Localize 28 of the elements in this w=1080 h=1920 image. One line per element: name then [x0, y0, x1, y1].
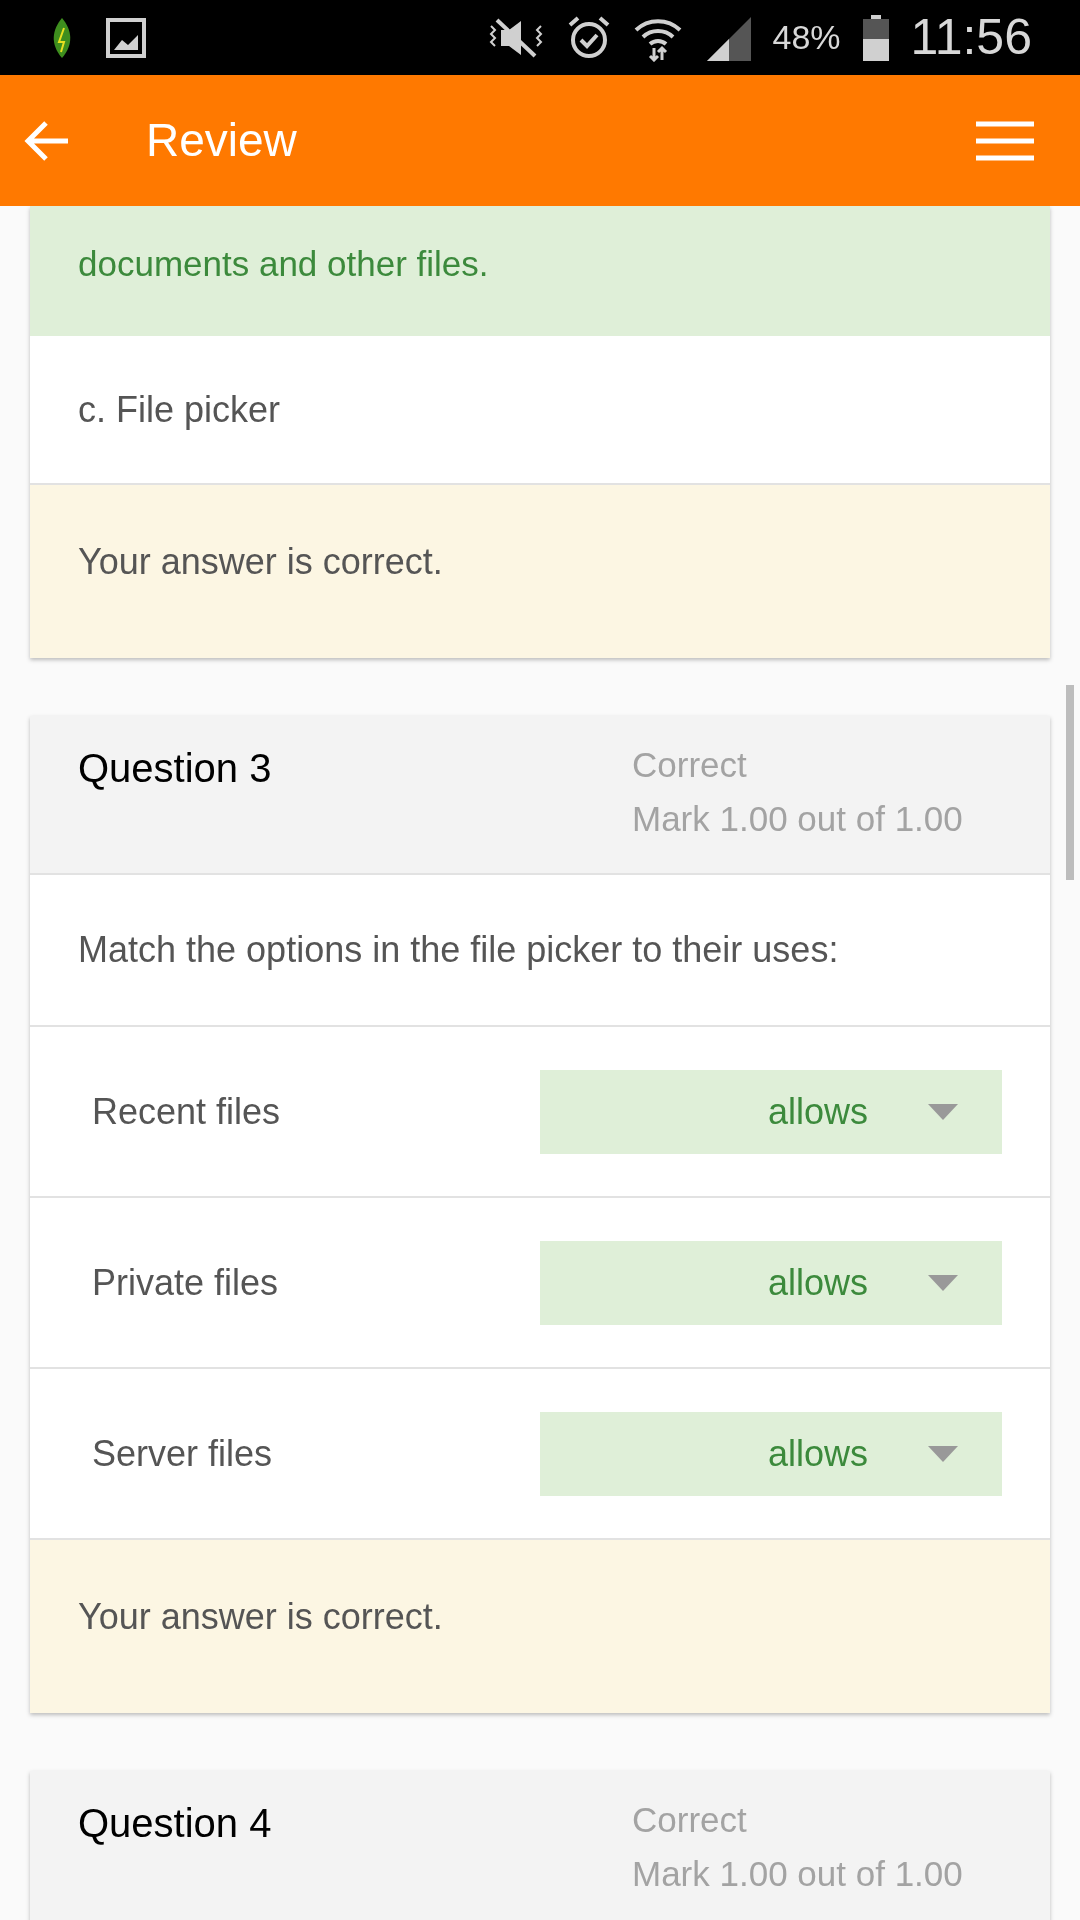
match-label: Private files — [92, 1260, 279, 1305]
question-title: Question 4 — [78, 1800, 272, 1847]
caret-icon — [928, 1103, 958, 1120]
answer-text: c. File picker — [78, 387, 281, 432]
alarm-icon — [566, 14, 611, 61]
question-mark: Mark 1.00 out of 1.00 — [632, 1853, 964, 1895]
question-prompt: Match the options in the file picker to their uses: — [78, 928, 839, 972]
battery-icon — [862, 14, 889, 61]
image-icon — [106, 17, 146, 58]
caret-icon — [928, 1445, 958, 1462]
result-text: Your answer is correct. — [78, 1596, 443, 1637]
menu-icon — [976, 120, 1034, 161]
question-title: Question 3 — [78, 745, 272, 792]
match-label: Recent files — [92, 1089, 281, 1134]
battery-percent: 48% — [772, 17, 841, 58]
page-title: Review — [146, 113, 297, 168]
answer-dropdown[interactable]: allows — [540, 1069, 1002, 1154]
question-status: Correct — [632, 744, 748, 786]
caret-icon — [928, 1274, 958, 1291]
answer-dropdown[interactable]: allows — [540, 1240, 1002, 1325]
answer-dropdown[interactable]: allows — [540, 1411, 1002, 1496]
match-label: Server files — [92, 1431, 273, 1476]
result-text: Your answer is correct. — [78, 541, 443, 582]
back-arrow-icon — [24, 118, 70, 163]
clock-time: 11:56 — [910, 8, 1032, 67]
feedback-text: documents and other files. — [78, 244, 489, 283]
question-status: Correct — [632, 1799, 748, 1841]
question-mark: Mark 1.00 out of 1.00 — [632, 798, 964, 840]
